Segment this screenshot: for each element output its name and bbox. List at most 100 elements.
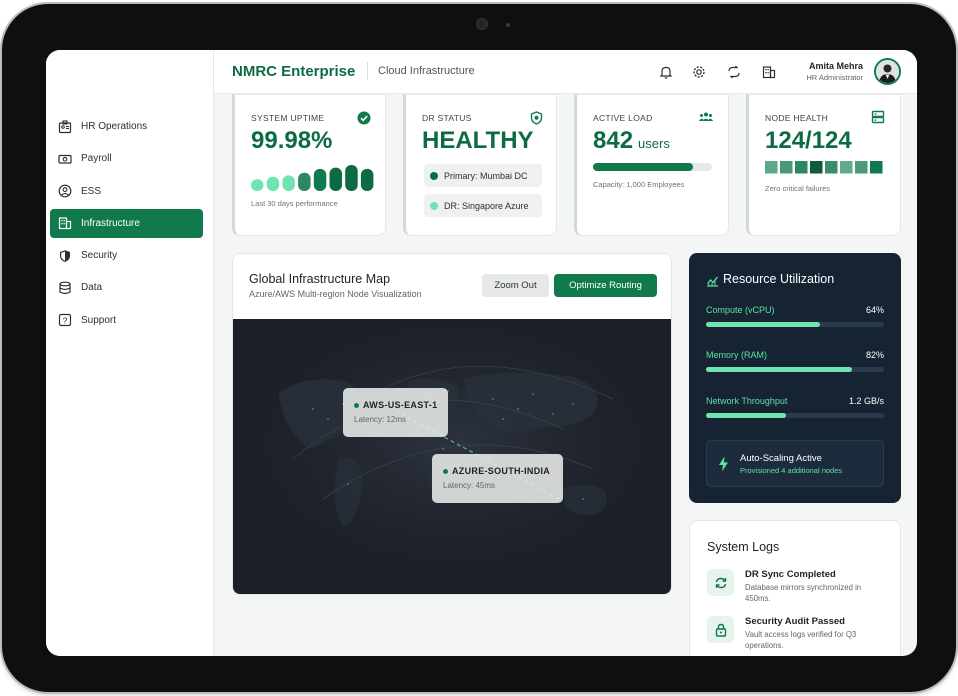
banknote-icon <box>58 152 72 166</box>
log-description: Database mirrors synchronized in 450ms. <box>745 583 862 603</box>
node-latency: Latency: 45ms <box>443 481 496 490</box>
node-name: AZURE-SOUTH-INDIA <box>443 466 550 476</box>
status-dot <box>430 201 438 210</box>
user-circle-icon <box>58 184 72 198</box>
world-map[interactable]: AWS-US-EAST-1 Latency: 12ms AZURE-SOUTH-… <box>233 319 671 594</box>
shield-icon <box>58 249 72 263</box>
uptime-value: 99.98% <box>251 127 333 154</box>
avatar[interactable] <box>874 58 901 85</box>
memory-value: 82% <box>865 350 884 360</box>
node-health-blocks <box>765 161 883 174</box>
uptime-bar <box>251 179 264 191</box>
svg-text:?: ? <box>63 316 68 326</box>
status-dot <box>443 468 448 474</box>
header-divider <box>367 62 368 80</box>
camera <box>476 18 488 30</box>
top-header: NMRC Enterprise Cloud Infrastructure Ami… <box>214 50 917 94</box>
building-icon[interactable] <box>761 64 777 80</box>
lightning-icon <box>718 456 729 477</box>
sidebar-item-hr-operations[interactable]: HR Operations <box>50 112 203 141</box>
network-track <box>706 413 884 418</box>
network-value: 1.2 GB/s <box>848 396 884 406</box>
dr-status-label: DR STATUS <box>422 113 472 123</box>
active-load-label: ACTIVE LOAD <box>593 113 653 123</box>
node-health-value: 124/124 <box>765 127 852 154</box>
activity-chart-icon <box>706 274 719 292</box>
sidebar-item-infrastructure[interactable]: Infrastructure <box>50 208 203 238</box>
server-icon <box>871 110 885 129</box>
uptime-sparkbars <box>251 165 374 191</box>
memory-label: Memory (RAM) <box>706 350 767 360</box>
infrastructure-map-card: Global Infrastructure Map Azure/AWS Mult… <box>232 253 672 595</box>
auto-scaling-banner: Auto-Scaling Active Provisioned 4 additi… <box>706 440 884 487</box>
sidebar-item-ess[interactable]: ESS <box>50 177 203 206</box>
check-circle-icon <box>357 111 371 130</box>
sync-icon <box>707 569 734 596</box>
tablet-frame: HR Operations Payroll ESS Infrastructure… <box>2 4 956 692</box>
sidebar-item-label: Infrastructure <box>81 217 140 229</box>
sidebar: HR Operations Payroll ESS Infrastructure… <box>46 50 214 656</box>
optimize-routing-button[interactable]: Optimize Routing <box>554 274 657 297</box>
gear-icon[interactable] <box>691 64 707 80</box>
sidebar-nav: HR Operations Payroll ESS Infrastructure… <box>50 112 203 338</box>
memory-fill <box>706 367 852 372</box>
log-title: DR Sync Completed <box>745 569 836 580</box>
sidebar-item-label: Security <box>81 250 118 262</box>
node-health-note: Zero critical failures <box>765 184 831 193</box>
system-logs-card: System Logs DR Sync Completed Database m… <box>689 520 901 656</box>
uptime-note: Last 30 days performance <box>251 199 338 208</box>
node-name: AWS-US-EAST-1 <box>354 400 437 410</box>
sidebar-item-label: Data <box>81 282 103 294</box>
user-role: HR Administrator <box>806 73 863 82</box>
page-section: Cloud Infrastructure <box>378 65 475 77</box>
zoom-out-button[interactable]: Zoom Out <box>482 274 549 297</box>
sensor <box>506 23 510 27</box>
screen: HR Operations Payroll ESS Infrastructure… <box>46 50 917 656</box>
database-icon <box>58 281 72 295</box>
uptime-bar <box>266 176 280 191</box>
sidebar-item-label: HR Operations <box>81 121 148 132</box>
active-load-unit: users <box>638 136 670 151</box>
node-health-label: NODE HEALTH <box>765 113 829 123</box>
primary-site-pill: Primary: Mumbai DC <box>424 164 542 187</box>
compute-label: Compute (vCPU) <box>706 305 775 315</box>
building-icon <box>58 216 72 230</box>
dr-site-pill: DR: Singapore Azure <box>424 194 542 217</box>
compute-value: 64% <box>865 305 884 315</box>
active-load-value-group: 842 users <box>593 127 670 155</box>
uptime-bar <box>345 165 358 191</box>
sidebar-item-label: Support <box>81 314 117 326</box>
network-label: Network Throughput <box>706 396 788 406</box>
dr-site-label: DR: Singapore Azure <box>444 200 529 211</box>
users-group-icon <box>698 110 714 128</box>
sidebar-item-security[interactable]: Security <box>50 241 203 270</box>
sidebar-item-data[interactable]: Data <box>50 273 203 302</box>
load-progress-fill <box>593 163 694 171</box>
primary-site-label: Primary: Mumbai DC <box>444 170 528 181</box>
sync-icon[interactable] <box>726 64 742 80</box>
sidebar-item-payroll[interactable]: Payroll <box>50 144 203 173</box>
network-fill <box>706 413 787 418</box>
sidebar-item-support[interactable]: ? Support <box>50 306 203 335</box>
region-node-azure-south-india[interactable]: AZURE-SOUTH-INDIA Latency: 45ms <box>432 454 563 503</box>
resource-title: Resource Utilization <box>723 272 835 286</box>
node-latency: Latency: 12ms <box>354 415 407 424</box>
brand-title[interactable]: NMRC Enterprise <box>232 63 355 80</box>
uptime-card: SYSTEM UPTIME 99.98% Last 30 days perfor… <box>232 94 386 236</box>
sidebar-item-label: ESS <box>81 185 102 197</box>
active-load-note: Capacity: 1,000 Employees <box>593 180 685 189</box>
region-node-aws-us-east-1[interactable]: AWS-US-EAST-1 Latency: 12ms <box>343 388 448 437</box>
uptime-bar <box>313 168 327 191</box>
load-progress-track <box>593 163 712 171</box>
node-name-label: AWS-US-EAST-1 <box>363 400 438 410</box>
uptime-bar <box>360 168 374 191</box>
compute-fill <box>706 322 820 327</box>
log-title: Security Audit Passed <box>745 616 845 627</box>
dr-status-value: HEALTHY <box>422 127 534 154</box>
memory-track <box>706 367 884 372</box>
user-name[interactable]: Amita Mehra <box>803 61 863 71</box>
logs-title: System Logs <box>707 540 780 554</box>
bell-icon[interactable] <box>658 64 674 80</box>
compute-track <box>706 322 884 327</box>
map-subtitle: Azure/AWS Multi-region Node Visualizatio… <box>249 289 422 299</box>
